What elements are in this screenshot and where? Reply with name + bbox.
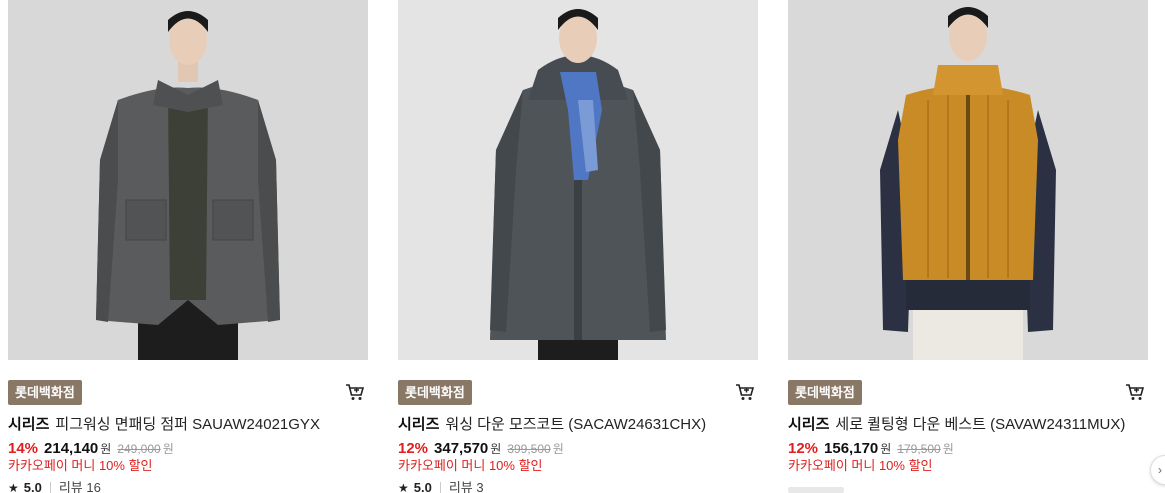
product-name: 워싱 다운 모즈코트 (SACAW24631CHX) [445, 416, 707, 433]
tag-chip [788, 487, 844, 493]
rating-score: 5.0 [23, 480, 42, 493]
store-badge: 롯데백화점 [788, 380, 862, 405]
currency-unit: 원 [880, 442, 892, 456]
divider [49, 482, 51, 493]
original-price: 249,000 [117, 442, 161, 456]
sale-price: 347,570 [434, 440, 489, 457]
cart-icon[interactable] [344, 381, 366, 403]
product-title[interactable]: 시리즈 피그워싱 면패딩 점퍼 SAUAW24021GYX [8, 415, 368, 435]
original-price: 179,500 [897, 442, 941, 456]
chevron-right-icon: › [1158, 463, 1162, 477]
product-card[interactable]: 롯데백화점 시리즈 세로 퀼팅형 다운 베스트 (SAVAW24311MUX) 1… [788, 0, 1148, 493]
currency-unit: 원 [490, 442, 502, 456]
product-image[interactable] [398, 0, 758, 360]
discount-rate: 12% [398, 440, 429, 457]
rating-row: ★ 5.0 리뷰 3 [398, 479, 484, 493]
currency-unit: 원 [162, 442, 174, 456]
carousel-next-button[interactable]: › [1150, 455, 1165, 485]
brand-name: 시리즈 [8, 416, 50, 433]
currency-unit: 원 [100, 442, 112, 456]
product-title[interactable]: 시리즈 세로 퀼팅형 다운 베스트 (SAVAW24311MUX) [788, 415, 1148, 435]
original-price: 399,500 [507, 442, 551, 456]
currency-unit: 원 [552, 442, 564, 456]
promo-text: 카카오페이 머니 10% 할인 [788, 458, 933, 473]
brand-name: 시리즈 [788, 416, 830, 433]
currency-unit: 원 [942, 442, 954, 456]
product-image[interactable] [8, 0, 368, 360]
store-badge: 롯데백화점 [398, 380, 472, 405]
promo-text: 카카오페이 머니 10% 할인 [8, 458, 153, 473]
product-title[interactable]: 시리즈 워싱 다운 모즈코트 (SACAW24631CHX) [398, 415, 758, 435]
review-count: 리뷰 16 [58, 480, 101, 493]
divider [439, 482, 441, 493]
rating-score: 5.0 [413, 480, 432, 493]
product-image[interactable] [788, 0, 1148, 360]
cart-icon[interactable] [1124, 381, 1146, 403]
review-count: 리뷰 3 [448, 480, 484, 493]
promo-text: 카카오페이 머니 10% 할인 [398, 458, 543, 473]
price-row: 12% 156,170 원 179,500 원 [788, 439, 954, 459]
product-card[interactable]: 롯데백화점 시리즈 피그워싱 면패딩 점퍼 SAUAW24021GYX 14% 21… [8, 0, 368, 493]
brand-name: 시리즈 [398, 416, 440, 433]
store-badge: 롯데백화점 [8, 380, 82, 405]
product-card[interactable]: 롯데백화점 시리즈 워싱 다운 모즈코트 (SACAW24631CHX) 12% 3… [398, 0, 758, 493]
star-icon: ★ [8, 481, 19, 493]
price-row: 14% 214,140 원 249,000 원 [8, 439, 174, 459]
discount-rate: 14% [8, 440, 39, 457]
star-icon: ★ [398, 481, 409, 493]
discount-rate: 12% [788, 440, 819, 457]
sale-price: 214,140 [44, 440, 99, 457]
cart-icon[interactable] [734, 381, 756, 403]
product-name: 피그워싱 면패딩 점퍼 SAUAW24021GYX [55, 416, 320, 433]
price-row: 12% 347,570 원 399,500 원 [398, 439, 564, 459]
product-name: 세로 퀼팅형 다운 베스트 (SAVAW24311MUX) [835, 416, 1126, 433]
rating-row: ★ 5.0 리뷰 16 [8, 479, 101, 493]
sale-price: 156,170 [824, 440, 879, 457]
